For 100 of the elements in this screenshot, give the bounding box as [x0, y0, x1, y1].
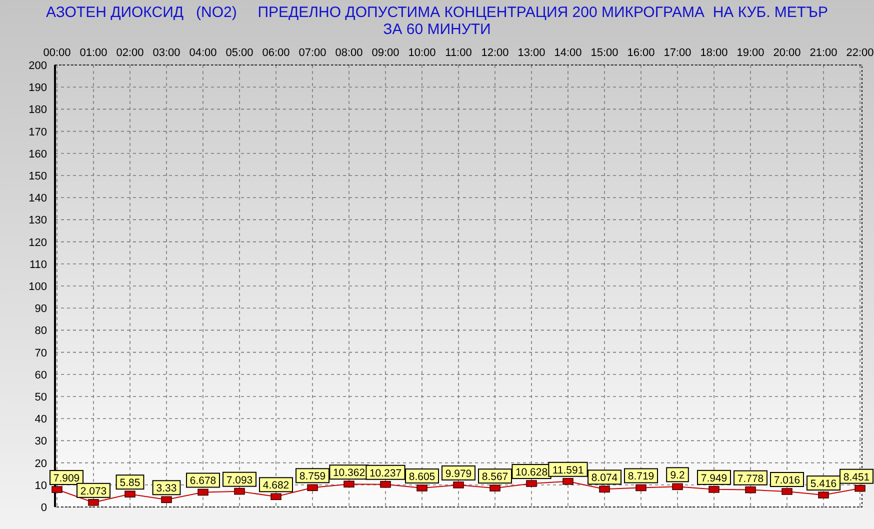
x-tick-label: 13:00 [518, 47, 546, 59]
data-point [636, 484, 646, 492]
y-tick-label: 80 [34, 325, 47, 338]
x-tick-label: 06:00 [262, 47, 290, 59]
data-point [818, 492, 829, 498]
data-label: 10.628 [512, 464, 552, 479]
y-tick-label: 70 [34, 347, 47, 360]
data-point [161, 496, 172, 504]
y-tick-label: 120 [28, 236, 47, 249]
data-label: 7.093 [222, 472, 256, 487]
y-tick-label: 150 [28, 170, 47, 182]
x-tick-label: 14:00 [554, 47, 582, 59]
x-tick-label: 02:00 [116, 47, 144, 59]
data-label: 10.628 [515, 466, 548, 479]
data-label: 8.719 [624, 468, 658, 484]
data-point [453, 482, 464, 488]
data-label: 7.778 [734, 470, 768, 486]
data-point [270, 493, 282, 500]
data-label: 7.909 [53, 472, 80, 485]
x-tick-label: 04:00 [189, 47, 217, 59]
data-point [526, 480, 537, 487]
x-tick-label: 19:00 [736, 47, 764, 59]
data-label: 5.416 [810, 478, 837, 490]
data-point [490, 484, 500, 492]
y-tick-label: 190 [28, 82, 47, 94]
x-tick-label: 03:00 [152, 47, 180, 59]
y-tick-label: 90 [34, 303, 47, 316]
data-label: 3.33 [152, 480, 181, 496]
data-label: 4.682 [262, 480, 290, 492]
data-point [416, 484, 428, 492]
y-tick-label: 0 [40, 502, 47, 514]
data-point [88, 499, 99, 506]
data-label: 7.016 [770, 472, 804, 487]
data-point [745, 486, 756, 494]
x-tick-label: 10:00 [408, 47, 436, 59]
data-point [380, 480, 391, 488]
y-tick-label: 170 [28, 126, 47, 138]
data-label: 8.567 [482, 471, 508, 484]
data-label: 6.678 [186, 472, 220, 488]
data-label: 5.85 [116, 474, 144, 490]
data-label: 11.591 [552, 464, 584, 476]
data-point [307, 484, 318, 492]
data-label: 8.074 [591, 472, 618, 484]
data-point [234, 488, 245, 495]
data-label: 8.074 [588, 470, 622, 485]
data-label: 9.979 [442, 465, 476, 480]
x-tick-label: 17:00 [664, 47, 692, 59]
y-tick-label: 160 [28, 148, 47, 160]
data-label: 7.778 [737, 472, 764, 485]
data-point [708, 486, 720, 493]
data-label: 8.451 [843, 471, 870, 484]
data-label: 11.591 [548, 462, 588, 477]
x-tick-label: 22:00 [846, 47, 874, 59]
data-label: 5.85 [120, 477, 140, 490]
data-label: 7.909 [50, 470, 84, 486]
x-tick-label: 01:00 [80, 47, 108, 59]
y-tick-label: 30 [34, 436, 47, 448]
y-tick-label: 20 [34, 458, 47, 470]
data-point [52, 486, 62, 493]
data-label: 8.759 [299, 470, 326, 483]
data-label: 7.949 [697, 470, 731, 485]
data-label: 10.237 [369, 467, 402, 480]
x-tick-label: 18:00 [700, 47, 728, 59]
y-tick-label: 140 [28, 192, 47, 205]
data-label: 9.2 [666, 467, 689, 482]
data-label: 10.362 [332, 467, 366, 480]
y-tick-label: 60 [34, 369, 47, 382]
data-label: 8.605 [405, 468, 439, 484]
x-tick-label: 00:00 [43, 47, 71, 59]
data-label: 10.362 [329, 464, 369, 480]
data-label: 8.759 [296, 468, 330, 484]
data-label: 5.416 [806, 476, 840, 491]
y-tick-label: 40 [34, 414, 47, 426]
data-label: 2.073 [80, 485, 107, 498]
data-label: 8.605 [408, 470, 436, 483]
data-label: 7.093 [226, 474, 253, 486]
data-label: 7.949 [700, 472, 728, 484]
chart-title: АЗОТЕН ДИОКСИД (NO2) ПРЕДЕЛНО ДОПУСТИМА КОНЦЕНТРАЦИЯ 200 МИКРОГРАМА НА КУБ. МЕТЪР [46, 4, 828, 21]
data-label: 9.2 [670, 470, 685, 482]
data-point [562, 478, 574, 485]
x-tick-label: 15:00 [590, 47, 618, 59]
x-tick-label: 05:00 [226, 47, 254, 59]
x-tick-label: 20:00 [773, 47, 801, 59]
data-point [672, 483, 683, 490]
data-point [782, 488, 792, 495]
data-point [854, 484, 866, 492]
y-tick-label: 50 [34, 392, 47, 404]
data-point [198, 488, 208, 496]
data-label: 7.016 [774, 474, 800, 486]
y-tick-label: 110 [29, 258, 47, 271]
x-tick-label: 11:00 [445, 47, 472, 59]
x-tick-label: 21:00 [810, 47, 838, 59]
data-label: 3.33 [156, 482, 177, 495]
data-label: 2.073 [76, 482, 110, 498]
data-label: 9.979 [445, 468, 472, 480]
data-label: 10.237 [366, 464, 406, 480]
y-tick-label: 10 [34, 480, 47, 492]
data-point [599, 486, 610, 493]
data-point [344, 480, 354, 488]
y-tick-label: 130 [28, 214, 47, 227]
